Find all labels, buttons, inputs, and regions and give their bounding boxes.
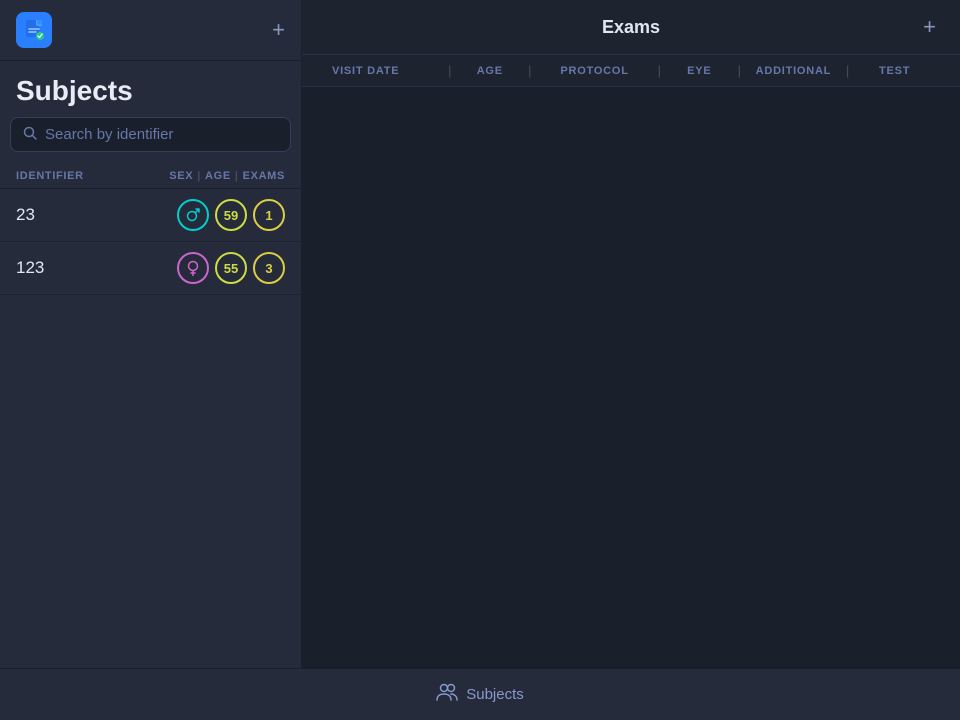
col-header-eye: EYE (661, 65, 738, 77)
sidebar-header: + (0, 0, 301, 61)
subject-badges: 55 3 (177, 252, 285, 284)
col-header-additional: ADDITIONAL (741, 65, 846, 77)
col-header-sex: SEX (169, 170, 193, 182)
subject-exams-badge: 3 (253, 252, 285, 284)
search-container (0, 117, 301, 164)
subjects-column-headers: IDENTIFIER SEX | AGE | EXAMS (0, 164, 301, 189)
nav-subjects-label: Subjects (466, 686, 524, 703)
sidebar-add-button[interactable]: + (272, 19, 285, 41)
search-box[interactable] (10, 117, 291, 152)
col-header-exams: EXAMS (243, 170, 285, 182)
subject-row[interactable]: 23 59 1 (0, 189, 301, 242)
subject-age-badge: 55 (215, 252, 247, 284)
app-logo (16, 12, 52, 48)
subjects-list: 23 59 1 123 55 3 (0, 189, 301, 295)
exams-body (302, 87, 960, 668)
col-header-protocol: PROTOCOL (531, 65, 657, 77)
col-sep-2: | (235, 170, 239, 182)
col-header-identifier: IDENTIFIER (16, 170, 169, 182)
subject-id: 23 (16, 205, 177, 225)
col-header-test: TEST (849, 65, 940, 77)
col-header-right: SEX | AGE | EXAMS (169, 170, 285, 182)
subjects-title: Subjects (0, 61, 301, 117)
bottom-nav[interactable]: Subjects (0, 668, 960, 720)
subject-sex-badge (177, 199, 209, 231)
col-header-exam-age: AGE (452, 65, 529, 77)
main-add-button[interactable]: + (923, 14, 936, 40)
col-header-visit-date: VISIT DATE (322, 65, 448, 77)
subject-row[interactable]: 123 55 3 (0, 242, 301, 295)
subject-age-badge: 59 (215, 199, 247, 231)
search-icon (23, 126, 37, 143)
nav-subjects-icon (436, 683, 458, 706)
main-title: Exams (602, 17, 660, 38)
subject-exams-badge: 1 (253, 199, 285, 231)
exams-column-headers: VISIT DATE | AGE | PROTOCOL | EYE | ADDI… (302, 55, 960, 87)
main-content: Exams + VISIT DATE | AGE | PROTOCOL | EY… (302, 0, 960, 668)
subject-sex-badge (177, 252, 209, 284)
subject-badges: 59 1 (177, 199, 285, 231)
sidebar: + Subjects IDENTIFIER SEX | AGE | (0, 0, 302, 668)
col-sep-1: | (197, 170, 201, 182)
subject-id: 123 (16, 258, 177, 278)
col-header-age: AGE (205, 170, 231, 182)
main-header: Exams + (302, 0, 960, 55)
search-input[interactable] (45, 126, 278, 143)
